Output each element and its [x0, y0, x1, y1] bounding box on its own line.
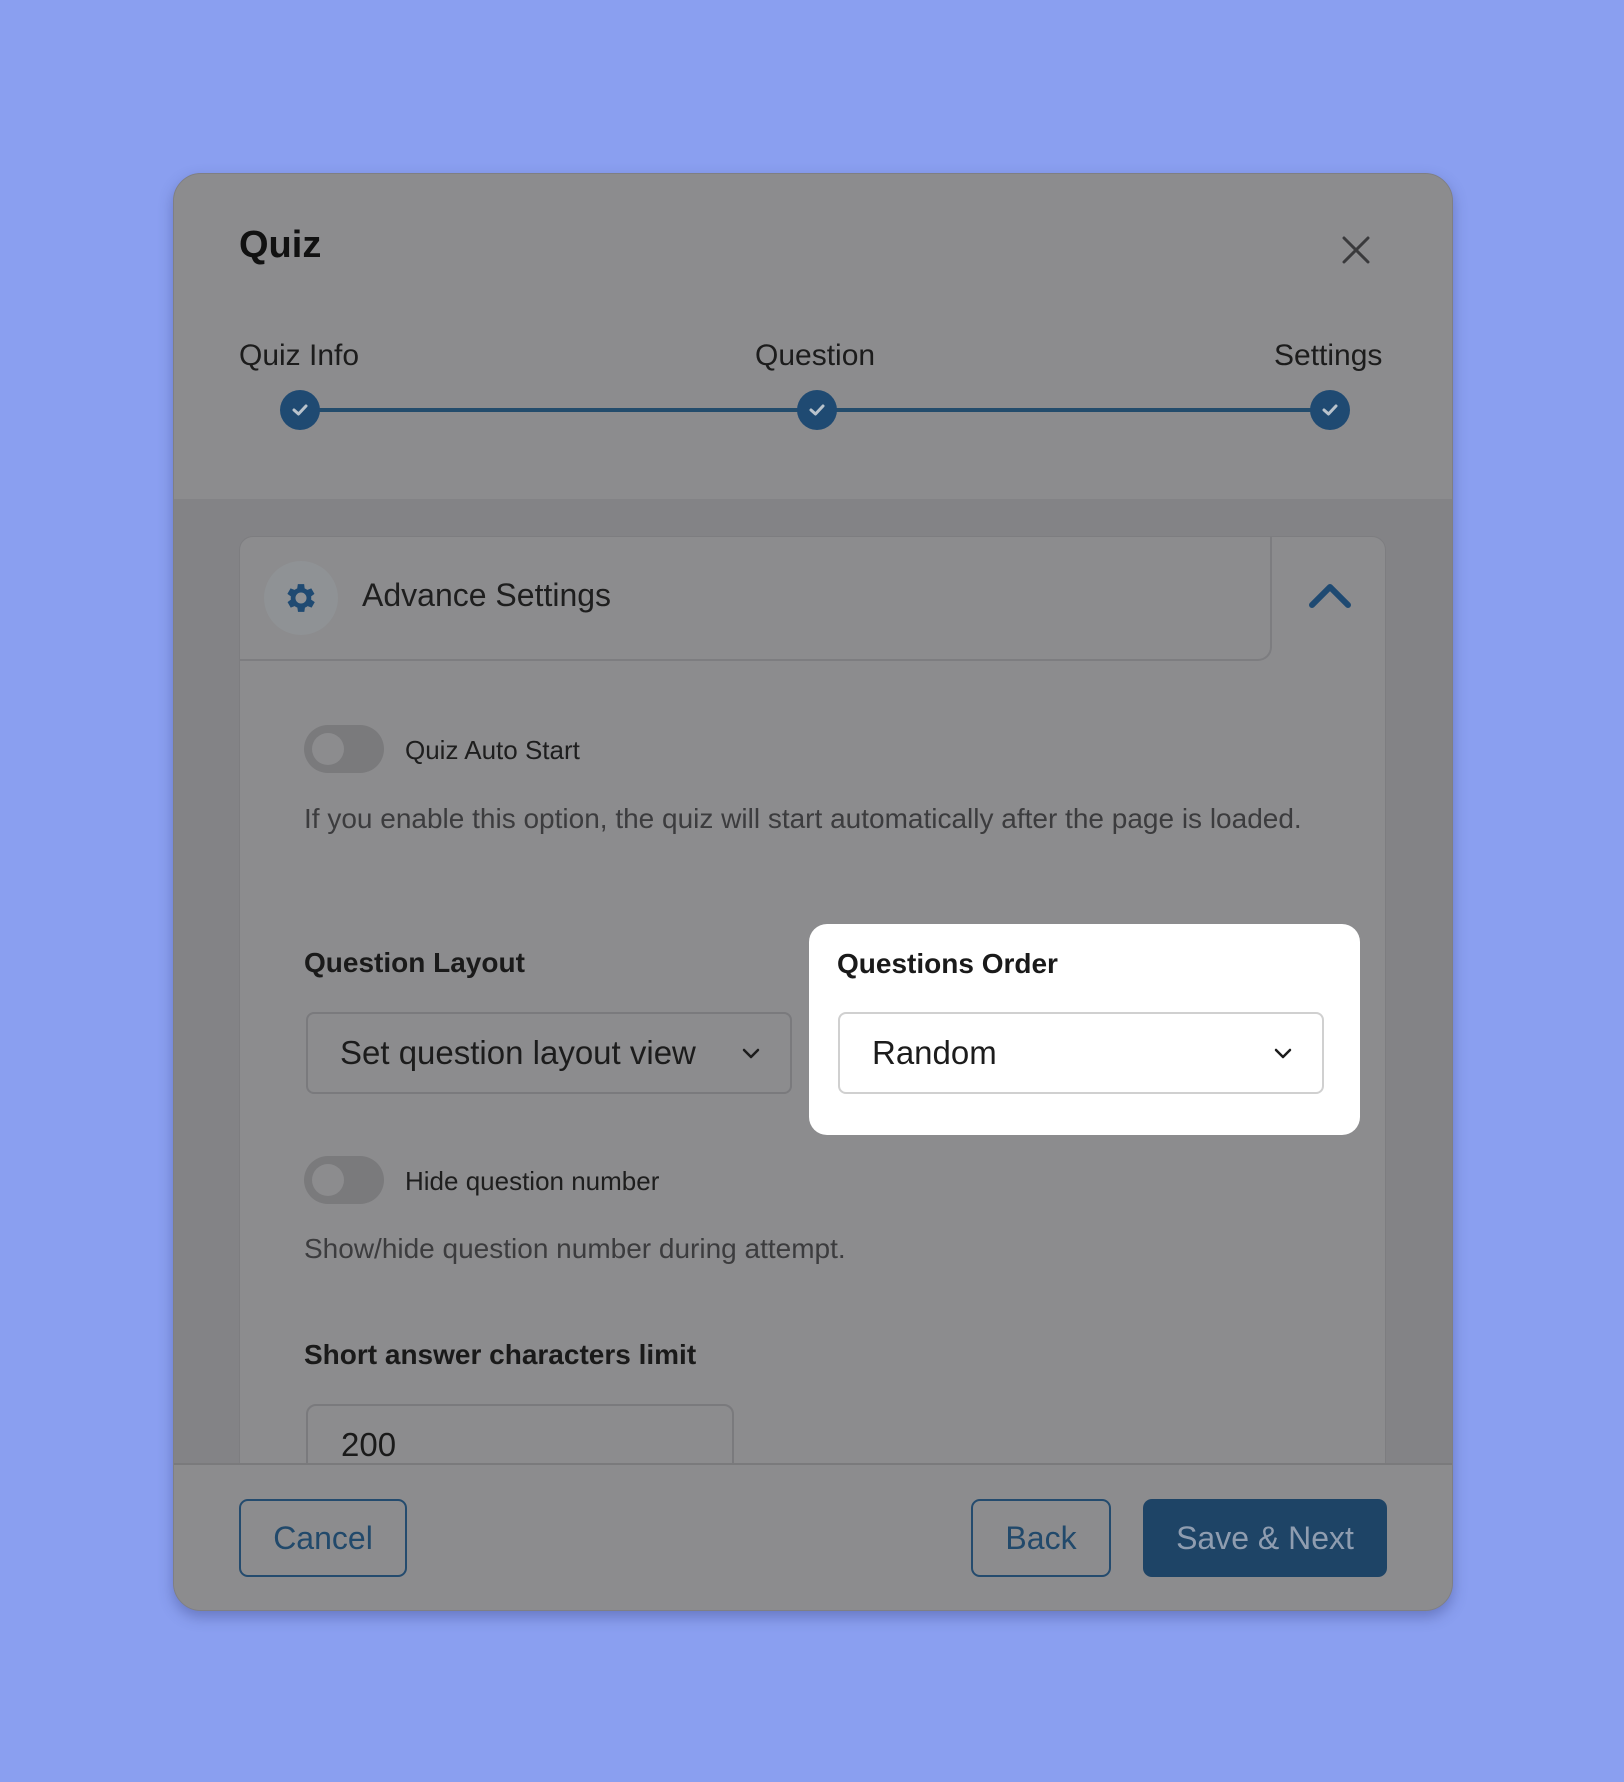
questions-order-highlight: Questions Order Random [809, 924, 1360, 1135]
step-label-question: Question [755, 339, 876, 372]
step-label-settings: Settings [1274, 339, 1383, 372]
quiz-auto-start-label: Quiz Auto Start [405, 735, 580, 765]
hide-question-number-help: Show/hide question number during attempt… [304, 1233, 846, 1264]
check-icon [1322, 404, 1338, 416]
step-label-quiz-info: Quiz Info [239, 339, 360, 372]
toggle-knob [312, 1164, 344, 1196]
panel-header[interactable]: Advance Settings [240, 537, 1272, 661]
question-layout-label: Question Layout [304, 947, 525, 978]
question-layout-select[interactable]: Set question layout view [306, 1012, 792, 1094]
cancel-button[interactable]: Cancel [239, 1499, 407, 1577]
toggle-knob [312, 733, 344, 765]
step-dot-question[interactable] [797, 390, 837, 430]
chevron-down-icon [742, 1048, 760, 1059]
questions-order-select[interactable]: Random [838, 1012, 1324, 1094]
collapse-button[interactable] [1300, 567, 1360, 627]
close-icon [1342, 236, 1370, 264]
quiz-auto-start-toggle[interactable] [304, 725, 384, 773]
chevron-down-icon [1274, 1048, 1292, 1059]
back-button[interactable]: Back [971, 1499, 1111, 1577]
short-answer-limit-value: 200 [341, 1426, 397, 1463]
step-dot-settings[interactable] [1310, 390, 1350, 430]
close-button[interactable] [1336, 230, 1376, 270]
hide-question-number-toggle[interactable] [304, 1156, 384, 1204]
hide-question-number-label: Hide question number [405, 1166, 660, 1196]
check-icon [809, 404, 825, 416]
gear-badge [264, 561, 338, 635]
modal-footer: Cancel Back Save & Next [174, 1463, 1452, 1610]
save-next-button[interactable]: Save & Next [1143, 1499, 1387, 1577]
chevron-up-icon [1309, 584, 1351, 608]
questions-order-value: Random [872, 1034, 997, 1071]
question-layout-value: Set question layout view [340, 1034, 696, 1071]
modal-title: Quiz [239, 224, 322, 266]
questions-order-label: Questions Order [837, 948, 1058, 979]
short-answer-limit-label: Short answer characters limit [304, 1339, 697, 1370]
quiz-auto-start-help: If you enable this option, the quiz will… [304, 803, 1302, 834]
quiz-modal: Quiz Quiz Info Question Settings Advance… [173, 173, 1453, 1611]
panel-title: Advance Settings [362, 577, 612, 613]
modal-header: Quiz Quiz Info Question Settings [174, 174, 1452, 499]
step-dot-quiz-info[interactable] [280, 390, 320, 430]
gear-icon [287, 584, 315, 612]
check-icon [292, 404, 308, 416]
